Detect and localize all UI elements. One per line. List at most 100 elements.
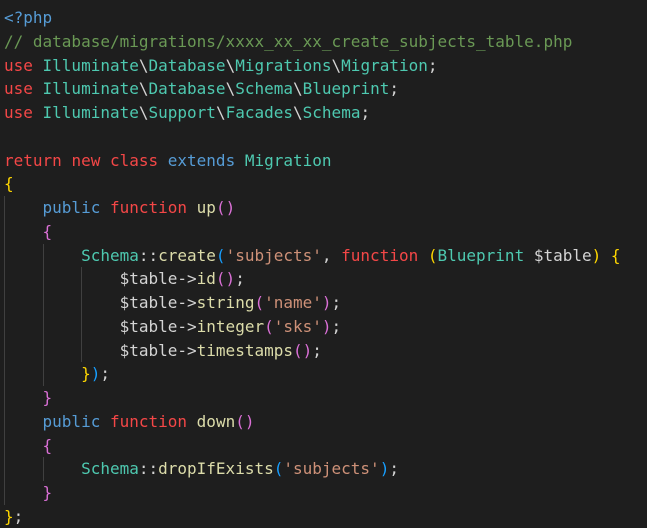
indent-guide <box>42 243 44 268</box>
code-line[interactable]: use Illuminate\Database\Schema\Blueprint… <box>4 77 647 101</box>
code-line[interactable]: }); <box>4 362 647 386</box>
code-token: { <box>42 221 53 241</box>
code-line[interactable]: return new class extends Migration <box>4 149 647 173</box>
code-token: :: <box>138 245 159 265</box>
code-token: -> <box>177 340 197 360</box>
code-token: () <box>215 198 236 217</box>
code-line[interactable]: Schema::dropIfExists('subjects'); <box>4 457 647 481</box>
code-token: Schema <box>235 79 293 99</box>
indent-guide <box>4 457 5 481</box>
code-line[interactable]: use Illuminate\Database\Migrations\Migra… <box>4 54 647 78</box>
code-token: Support <box>148 103 216 122</box>
code-token: ( <box>273 459 284 479</box>
code-token: Database <box>148 79 226 99</box>
code-token: down <box>196 411 236 431</box>
code-line[interactable]: <?php <box>4 6 647 30</box>
code-token: $table <box>533 245 592 265</box>
code-token: Illuminate <box>42 55 139 75</box>
code-token: Schema <box>302 103 361 122</box>
code-token: // database/migrations/xxxx_xx_xx_create… <box>4 31 573 51</box>
code-line[interactable]: } <box>4 481 647 505</box>
code-token: function <box>109 411 197 431</box>
code-token: \ <box>138 103 149 122</box>
code-token: ; <box>331 316 342 336</box>
code-token: integer <box>196 316 265 336</box>
indent-guide <box>4 362 5 386</box>
code-token: string <box>196 293 255 312</box>
code-line[interactable]: } <box>4 386 647 410</box>
code-editor[interactable]: <?php // database/migrations/xxxx_xx_xx_c… <box>0 0 647 528</box>
code-line[interactable]: public function down() <box>4 409 647 434</box>
indent-guide <box>4 314 5 339</box>
code-token: ( <box>264 316 274 336</box>
code-line[interactable]: // database/migrations/xxxx_xx_xx_create… <box>4 30 647 54</box>
code-token: $table <box>119 293 178 312</box>
indent-guide <box>4 243 5 268</box>
code-token: $table <box>119 269 178 289</box>
code-token: Schema <box>81 459 139 479</box>
code-lines[interactable]: <?php // database/migrations/xxxx_xx_xx_c… <box>4 6 647 528</box>
indent-guide <box>81 267 83 291</box>
code-token: up <box>196 198 216 217</box>
indent-guide <box>4 409 5 434</box>
indent-guide <box>81 314 83 339</box>
code-token: <?php <box>4 8 53 27</box>
code-line[interactable]: $table->timestamps(); <box>4 338 647 363</box>
code-token: { <box>4 174 14 194</box>
code-token: { <box>42 435 53 455</box>
indent-guide <box>4 219 5 244</box>
code-line[interactable] <box>4 125 647 149</box>
code-token: -> <box>177 293 197 312</box>
indent-guide <box>4 338 5 363</box>
code-token: ; <box>360 103 371 122</box>
code-token: ( <box>215 245 226 265</box>
code-token: Database <box>148 55 226 75</box>
code-token: ) <box>591 245 602 265</box>
code-token: Blueprint <box>437 245 525 265</box>
code-token: 'name' <box>264 293 322 312</box>
code-token: id <box>196 269 216 289</box>
code-line[interactable]: Schema::create('subjects', function (Blu… <box>4 243 647 268</box>
code-token: function <box>109 198 197 217</box>
code-line[interactable]: { <box>4 433 647 458</box>
code-token: () <box>292 340 313 360</box>
code-token: use <box>4 79 43 99</box>
indent-guide <box>42 338 44 363</box>
code-token: public <box>42 411 110 431</box>
code-line[interactable]: public function up() <box>4 196 647 220</box>
code-token: 'sks' <box>273 316 322 336</box>
code-token: ; <box>235 269 245 289</box>
code-token: ; <box>312 340 322 360</box>
code-token: ; <box>427 55 438 75</box>
code-line[interactable]: $table->integer('sks'); <box>4 314 647 339</box>
indent-guide <box>4 196 5 220</box>
code-line[interactable]: { <box>4 172 647 196</box>
indent-guide <box>42 291 44 315</box>
code-token: $table <box>119 340 178 360</box>
code-line[interactable]: }; <box>4 505 647 528</box>
code-line[interactable]: use Illuminate\Support\Facades\Schema; <box>4 101 647 125</box>
indent-guide <box>4 291 5 315</box>
code-token: \ <box>138 55 149 75</box>
code-token: use <box>4 103 43 122</box>
code-token: Illuminate <box>42 79 139 99</box>
code-token: \ <box>331 55 342 75</box>
code-line[interactable]: { <box>4 219 647 244</box>
indent-guide <box>4 386 5 410</box>
code-token: $table <box>119 316 178 336</box>
indent-guide <box>42 457 44 481</box>
code-token: -> <box>177 269 197 289</box>
code-token: ; <box>331 293 342 312</box>
code-token: Blueprint <box>302 79 390 99</box>
code-line[interactable]: $table->id(); <box>4 267 647 291</box>
code-line[interactable]: $table->string('name'); <box>4 291 647 315</box>
indent-guide <box>42 267 44 291</box>
